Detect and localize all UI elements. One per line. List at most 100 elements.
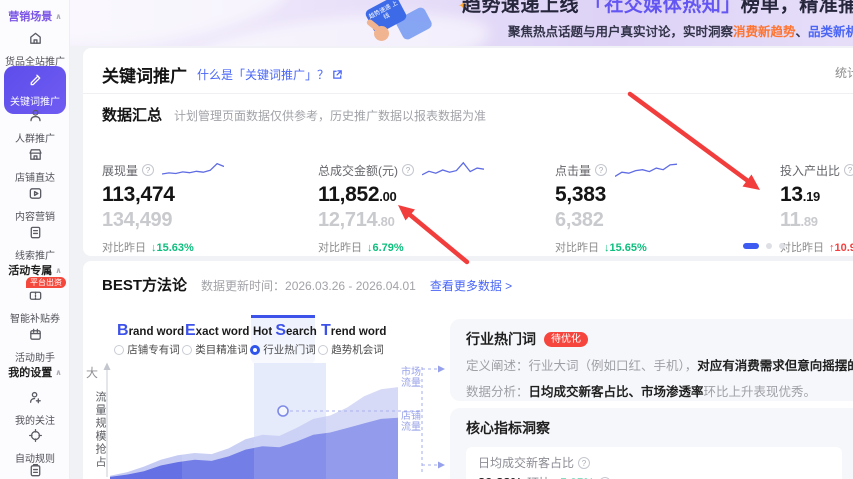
change-value: ↓15.65% [604,242,647,254]
definition-line: 定义阐述：行业大词（例如口红、手机），对应有消费需求但意向摇摆的人群，拉新效果显… [466,359,853,373]
data-update-time: 数据更新时间：2026.03.26 - 2026.04.01 [201,279,416,293]
sidebar-item-all-site-promo[interactable]: 货品全站推广 [0,31,70,68]
metric-label: 展现量 [102,163,139,178]
section-label: 营销场景 [8,11,53,23]
sidebar-item-my-follow[interactable]: 我的关注 [0,390,70,427]
tab-en-label: Exact word [185,322,250,339]
area-chart [110,363,398,479]
metric-impressions: 展现量? 113,474 134,499 对比昨日 ↓15.63% [102,160,312,255]
clipboard-icon [30,464,40,477]
sidebar-item-label: 线索推广 [15,251,55,262]
tab-cn-label: 类目精准词 [195,344,248,356]
best-title: BEST方法论 [102,277,188,294]
sidebar: 营销场景∧ 货品全站推广 关键词推广 人群推广 店铺直达 内容营销 线索推广 [0,0,70,479]
external-link-icon [333,70,342,79]
tab-cn-label: 行业热门词 [263,344,316,356]
sparkline-chart [162,162,225,175]
pagination-dot-active[interactable] [743,243,759,249]
home-box-icon [29,32,41,44]
help-question-icon[interactable]: ? [595,164,608,176]
sidebar-section-marketing[interactable]: 营销场景 ∧ [0,8,70,24]
app-window: 营销场景∧ 货品全站推广 关键词推广 人群推广 店铺直达 内容营销 线索推广 [0,0,853,479]
sparkline-chart [422,161,484,176]
sidebar-item-label: 店铺直达 [15,173,55,184]
sidebar-item-label: 内容营销 [15,212,55,223]
sidebar-section-activity[interactable]: 活动专属 ∧ [0,262,70,278]
kpi-label: 日均成交新客占比 [478,456,575,470]
person-follow-icon [29,391,41,404]
metric-label: 点击量 [555,163,592,178]
sidebar-item-operation-log[interactable]: 我的操作记录 [0,463,70,479]
sidebar-item-label: 关键词推广 [10,97,60,108]
sidebar-item-smart-subsidy[interactable]: 智能补贴券 [0,288,70,325]
view-more-link[interactable]: 查看更多数据 > [430,277,512,294]
metric-gmv: 总成交金额(元)? 11,852.00 12,714.80 对比昨日 ↓6.79% [318,160,528,255]
radio-icon[interactable] [114,344,125,355]
corner-stats-link[interactable]: 统计 [835,64,853,81]
tab-cn-label: 趋势机会词 [331,344,384,356]
tab-en-label: Trend word [321,322,387,339]
sidebar-item-keyword-promo[interactable]: 关键词推广 [4,66,66,114]
sidebar-item-audience-promo[interactable]: 人群推广 [0,108,70,145]
radio-selected-icon[interactable] [250,344,261,355]
help-link[interactable]: 什么是「关键词推广」？ [197,66,343,83]
section-label: 我的设置 [8,367,53,379]
help-question-icon[interactable]: ? [142,164,155,176]
pagination-dot[interactable] [766,243,772,249]
section-label: 活动专属 [8,265,53,277]
arrow-right-icon [438,461,445,469]
tab-trend-word[interactable]: Trend word 趋势机会词 [318,315,387,363]
kpi-value: 39.83% [478,475,522,479]
change-value: ↓6.79% [367,242,404,254]
radio-icon[interactable] [318,344,329,355]
tab-hot-search[interactable]: Hot Search 行业热门词 [250,315,317,363]
to-optimize-badge: 待优化 [544,331,588,347]
promo-banner[interactable]: 趋势速递 上线 ✦ 趋势速递上线 「社交媒体热知」榜单，精准捕捉 聚焦热点话题与… [70,0,853,46]
sidebar-item-shop-direct[interactable]: 店铺直达 [0,147,70,184]
arrow-right-icon [438,365,445,373]
metric-prev-value: 134,499 [102,209,173,231]
change-value: ↑10.93% [829,242,853,254]
metric-compare: 对比昨日 ↓15.65% [555,242,647,254]
dashed-connector [398,365,445,473]
data-analysis-line: 数据分析：日均成交新客占比、市场渗透率环比上升表现优秀。 [466,385,817,400]
page-title: 关键词推广 [102,67,187,86]
tab-brand-word[interactable]: Brand word 店铺专有词 [114,315,184,363]
sidebar-item-label: 我的关注 [15,416,55,427]
metric-value: 113,474 [102,183,175,206]
hand-icon [374,26,389,41]
sidebar-item-label: 智能补贴券 [10,314,60,325]
core-indicator-title: 核心指标洞察 [466,420,550,436]
divider [83,93,853,94]
tab-exact-word[interactable]: Exact word 类目精准词 [182,315,250,363]
sidebar-item-lead-promo[interactable]: 线索推广 [0,225,70,262]
pagination-dot[interactable] [779,243,785,249]
best-methodology-card: BEST方法论 数据更新时间：2026.03.26 - 2026.04.01 查… [83,261,853,479]
storefront-icon [28,149,42,160]
metric-prev-value: 11.89 [780,209,818,231]
metric-compare: 对比昨日 ↓6.79% [318,242,404,254]
tab-en-label: Hot Search [253,322,317,339]
sidebar-item-activity-assistant[interactable]: 活动助手 [0,327,70,364]
help-question-icon[interactable]: ? [578,456,591,469]
sidebar-item-auto-rules[interactable]: 自动规则 [0,428,70,465]
metric-label: 总成交金额(元) [318,163,398,178]
summary-title: 数据汇总 [102,107,163,124]
coupon-icon [29,291,41,300]
chevron-up-icon: ∧ [55,266,62,275]
help-question-icon[interactable]: ? [844,164,853,176]
chevron-up-icon: ∧ [55,368,62,377]
metric-prev-value: 6,382 [555,209,604,231]
sidebar-section-settings[interactable]: 我的设置 ∧ [0,364,70,380]
radio-icon[interactable] [182,344,193,355]
sidebar-item-content-marketing[interactable]: 内容营销 [0,186,70,223]
metric-compare: 对比昨日↑10.93% [780,239,853,255]
insight-title: 行业热门词 [466,331,536,347]
tab-cn-label: 店铺专有词 [127,344,180,356]
word-type-tabs: Brand word 店铺专有词 Exact word 类目精准词 Hot Se… [114,315,387,363]
pen-icon [30,74,40,86]
help-question-icon[interactable]: ? [402,164,414,176]
kpi-box: 日均成交新客占比? 39.83% 环比 -5.25% ? 同行同层均值 34.3… [466,447,842,479]
carousel-pagination [743,243,785,249]
banner-headline: 趋势速递上线 「社交媒体热知」榜单，精准捕捉 [462,0,853,16]
